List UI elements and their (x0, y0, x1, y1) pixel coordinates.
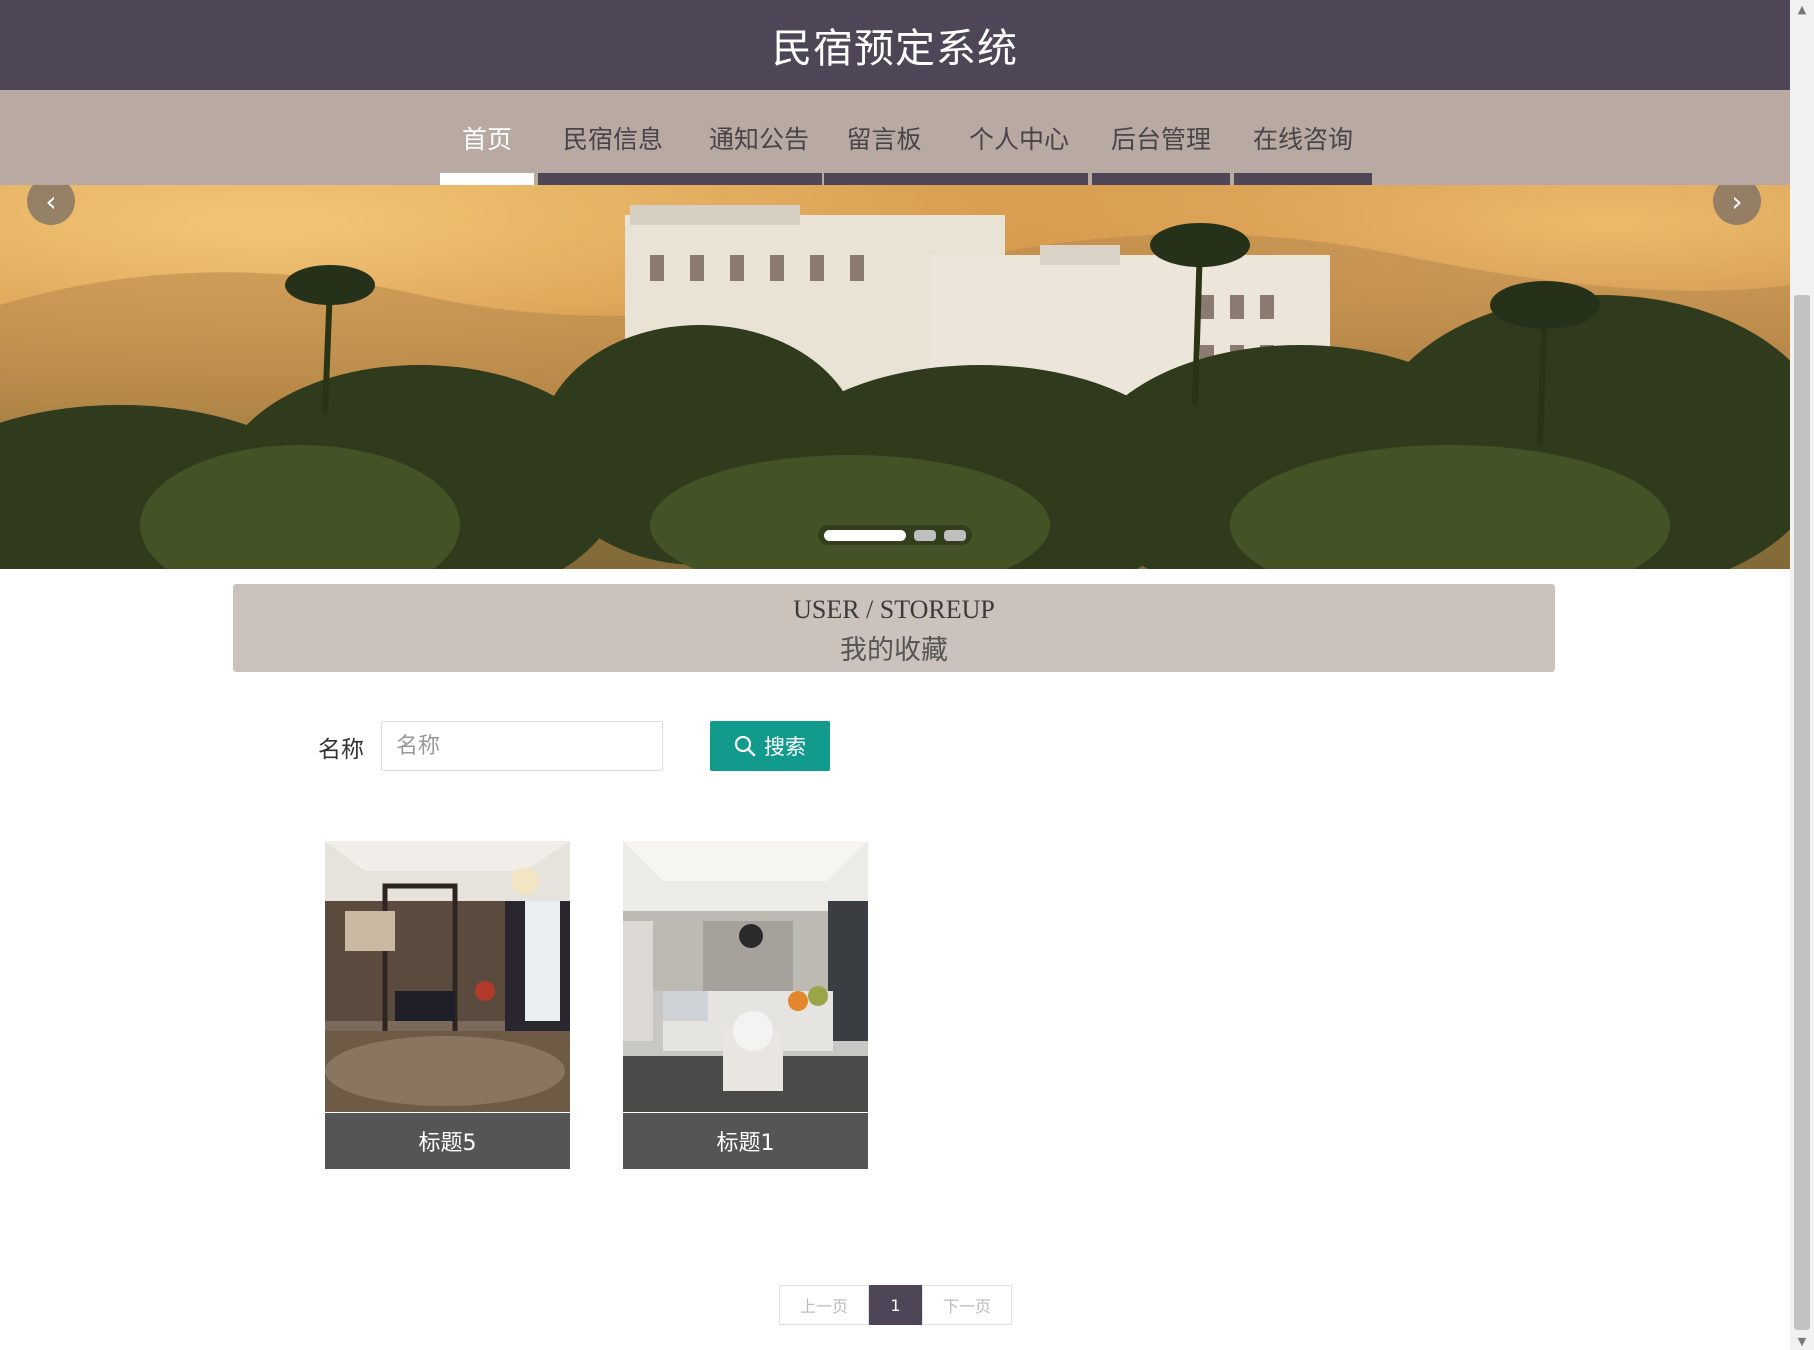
nav-item-label: 首页 (461, 124, 512, 154)
main-nav: 首页 民宿信息 通知公告 留言板 个人中心 后台管理 在线咨询 (0, 90, 1790, 185)
scroll-down-arrow-icon[interactable]: ▼ (1790, 1332, 1814, 1350)
nav-underline (824, 173, 952, 185)
nav-item-notices[interactable]: 通知公告 (688, 90, 822, 185)
favorite-card[interactable]: 标题1 (623, 841, 868, 1169)
next-page-button[interactable]: 下一页 (922, 1285, 1012, 1325)
nav-underline (950, 173, 1088, 185)
nav-item-label: 留言板 (846, 124, 922, 154)
nav-item-message-board[interactable]: 留言板 (824, 90, 952, 185)
carousel-dot[interactable] (824, 529, 906, 541)
vertical-scrollbar[interactable]: ▲ ▼ (1790, 0, 1814, 1350)
section-title-cn: 我的收藏 (840, 635, 948, 665)
card-image (623, 841, 868, 1112)
carousel-indicators (818, 525, 972, 545)
nav-item-label: 个人中心 (968, 124, 1069, 154)
nav-item-home[interactable]: 首页 (440, 90, 534, 185)
nav-item-admin[interactable]: 后台管理 (1092, 90, 1230, 185)
nav-item-online-consult[interactable]: 在线咨询 (1234, 90, 1372, 185)
current-page-button[interactable]: 1 (869, 1285, 922, 1325)
search-label: 名称 (318, 737, 364, 763)
nav-item-label: 民宿信息 (562, 124, 663, 154)
page: 民宿预定系统 首页 民宿信息 通知公告 留言板 个人中心 后台管理 在线咨询 ‹… (0, 0, 1790, 1350)
scrollbar-thumb[interactable] (1794, 295, 1810, 1330)
card-image (325, 841, 570, 1112)
nav-underline (1092, 173, 1230, 185)
nav-item-label: 在线咨询 (1252, 124, 1353, 154)
scroll-up-arrow-icon[interactable]: ▲ (1790, 0, 1814, 18)
nav-item-label: 后台管理 (1110, 124, 1211, 154)
hero-carousel[interactable]: ‹ › (0, 185, 1790, 569)
search-icon (734, 735, 756, 757)
nav-underline (688, 173, 822, 185)
chevron-left-icon: ‹ (45, 185, 57, 218)
chevron-right-icon: › (1731, 185, 1743, 218)
favorite-card[interactable]: 标题5 (325, 841, 570, 1169)
nav-item-personal-center[interactable]: 个人中心 (950, 90, 1088, 185)
carousel-dot[interactable] (944, 529, 966, 541)
nav-underline (538, 173, 696, 185)
section-heading: USER / STOREUP 我的收藏 (233, 584, 1555, 672)
card-title: 标题5 (325, 1113, 570, 1169)
nav-underline (1234, 173, 1372, 185)
pagination: 上一页 1 下一页 (779, 1285, 1012, 1325)
prev-page-button[interactable]: 上一页 (779, 1285, 869, 1325)
search-button[interactable]: 搜索 (710, 721, 830, 771)
section-title-en: USER / STOREUP (793, 595, 995, 624)
nav-item-label: 通知公告 (708, 124, 809, 154)
hero-image (0, 205, 1790, 569)
card-title: 标题1 (623, 1113, 868, 1169)
nav-underline (440, 173, 534, 185)
nav-item-homestay-info[interactable]: 民宿信息 (538, 90, 696, 185)
search-button-label: 搜索 (764, 735, 806, 759)
search-input[interactable] (381, 721, 663, 771)
carousel-dot[interactable] (914, 529, 936, 541)
site-header: 民宿预定系统 (0, 0, 1790, 90)
site-title: 民宿预定系统 (772, 26, 1018, 72)
